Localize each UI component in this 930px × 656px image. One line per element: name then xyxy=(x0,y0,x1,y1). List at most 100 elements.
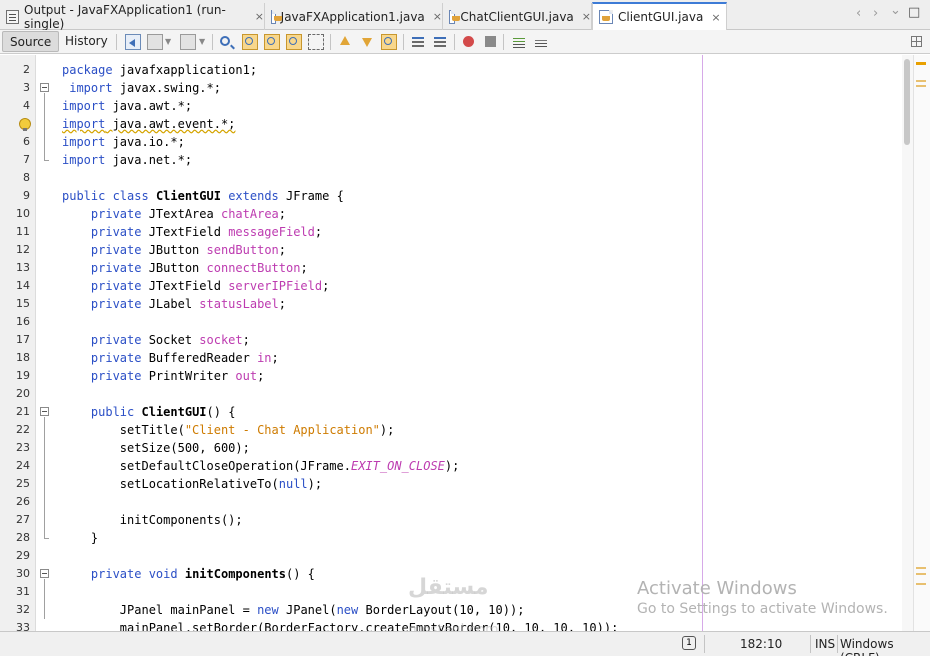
line-number: 13 xyxy=(16,261,30,274)
warning-marker[interactable] xyxy=(916,573,926,575)
code-line[interactable]: private PrintWriter out; xyxy=(62,367,264,385)
close-icon[interactable]: × xyxy=(582,10,591,23)
line-number: 7 xyxy=(23,153,30,166)
line-number: 32 xyxy=(16,603,30,616)
maximize-icon[interactable]: □ xyxy=(908,5,920,20)
tab-output[interactable]: Output - JavaFXApplication1 (run-single)… xyxy=(0,3,265,31)
code-line[interactable]: private JLabel statusLabel; xyxy=(62,295,286,313)
last-edit-icon[interactable] xyxy=(125,34,141,50)
find-selection-icon[interactable] xyxy=(308,34,324,50)
code-line[interactable]: initComponents(); xyxy=(62,511,243,529)
java-file-icon xyxy=(599,10,613,24)
warning-marker[interactable] xyxy=(916,80,926,82)
shift-right-icon[interactable] xyxy=(432,34,448,50)
code-line[interactable]: JPanel mainPanel = new JPanel(new Border… xyxy=(62,601,525,619)
vertical-scrollbar[interactable] xyxy=(902,55,913,631)
code-line[interactable]: private Socket socket; xyxy=(62,331,250,349)
code-line[interactable]: } xyxy=(62,529,98,547)
forward-icon[interactable] xyxy=(180,34,196,50)
code-line[interactable]: mainPanel.setBorder(BorderFactory.create… xyxy=(62,619,619,631)
code-line[interactable]: setLocationRelativeTo(null); xyxy=(62,475,322,493)
toggle-bookmark-icon[interactable] xyxy=(381,34,397,50)
split-editor-icon[interactable] xyxy=(911,36,922,47)
code-line[interactable]: import java.io.*; xyxy=(62,133,185,151)
history-button[interactable]: History xyxy=(58,31,115,52)
code-line[interactable]: public class ClientGUI extends JFrame { xyxy=(62,187,344,205)
fold-collapse-icon[interactable] xyxy=(40,83,49,92)
uncomment-icon[interactable] xyxy=(533,34,549,50)
chevron-down-icon[interactable]: ▼ xyxy=(199,34,207,50)
line-number: 29 xyxy=(16,549,30,562)
stop-macro-icon[interactable] xyxy=(485,36,496,47)
tab-chatclientgui[interactable]: ChatClientGUI.java × xyxy=(443,3,592,30)
chevron-down-icon[interactable]: ▼ xyxy=(165,34,173,50)
toggle-highlight-icon[interactable] xyxy=(286,34,302,50)
line-number: 24 xyxy=(16,459,30,472)
code-line[interactable]: private JTextField serverIPField; xyxy=(62,277,329,295)
tab-label: JavaFXApplication1.java xyxy=(280,9,425,24)
notifications-icon[interactable]: 1 xyxy=(682,636,696,650)
code-line[interactable]: private void initComponents() { xyxy=(62,565,315,583)
comment-icon[interactable] xyxy=(511,34,527,50)
next-bookmark-icon[interactable] xyxy=(359,34,375,50)
code-line[interactable]: import javax.swing.*; xyxy=(62,79,221,97)
find-next-icon[interactable] xyxy=(264,34,280,50)
close-icon[interactable]: × xyxy=(433,10,442,23)
code-editor[interactable]: 2345678910111213141516171819202122232425… xyxy=(0,55,930,631)
line-number: 28 xyxy=(16,531,30,544)
code-line[interactable]: public ClientGUI() { xyxy=(62,403,236,421)
code-line[interactable]: package javafxapplication1; xyxy=(62,61,257,79)
status-separator xyxy=(837,635,838,653)
line-number: 16 xyxy=(16,315,30,328)
code-line[interactable]: private JButton sendButton; xyxy=(62,241,286,259)
code-line[interactable]: import java.awt.event.*; xyxy=(62,115,235,133)
code-line[interactable]: private JTextField messageField; xyxy=(62,223,322,241)
prev-bookmark-icon[interactable] xyxy=(337,34,353,50)
insert-mode[interactable]: INS xyxy=(815,637,835,651)
line-number: 21 xyxy=(16,405,30,418)
java-file-icon xyxy=(449,9,461,24)
tab-next-icon[interactable]: › xyxy=(873,6,878,21)
find-previous-icon[interactable] xyxy=(242,34,258,50)
warning-marker[interactable] xyxy=(916,583,926,585)
code-line[interactable]: private BufferedReader in; xyxy=(62,349,279,367)
tab-prev-icon[interactable]: ‹ xyxy=(856,6,861,21)
tab-clientgui[interactable]: ClientGUI.java × xyxy=(592,2,727,30)
line-number: 17 xyxy=(16,333,30,346)
source-button[interactable]: Source xyxy=(2,31,60,52)
back-icon[interactable] xyxy=(147,34,163,50)
activate-subtitle: Go to Settings to activate Windows. xyxy=(637,601,888,617)
warning-marker[interactable] xyxy=(916,85,926,87)
tab-list-icon[interactable]: ⌄ xyxy=(890,3,901,18)
toolbar-separator xyxy=(212,34,213,50)
fold-collapse-icon[interactable] xyxy=(40,569,49,578)
shift-left-icon[interactable] xyxy=(410,34,426,50)
code-line[interactable]: setSize(500, 600); xyxy=(62,439,250,457)
close-icon[interactable]: × xyxy=(255,10,264,23)
caret-position[interactable]: 182:10 xyxy=(740,637,782,651)
search-icon[interactable] xyxy=(220,36,230,46)
tab-javafxapplication1[interactable]: JavaFXApplication1.java × xyxy=(265,3,443,30)
toolbar-separator xyxy=(503,34,504,50)
line-number: 25 xyxy=(16,477,30,490)
code-line[interactable]: private JTextArea chatArea; xyxy=(62,205,286,223)
close-icon[interactable]: × xyxy=(711,11,720,24)
line-number: 20 xyxy=(16,387,30,400)
line-number: 12 xyxy=(16,243,30,256)
code-line[interactable]: private JButton connectButton; xyxy=(62,259,308,277)
code-line[interactable]: import java.awt.*; xyxy=(62,97,192,115)
error-stripe[interactable] xyxy=(913,55,930,631)
code-text-area[interactable]: package javafxapplication1; import javax… xyxy=(36,55,902,631)
line-number: 2 xyxy=(23,63,30,76)
code-line[interactable]: import java.net.*; xyxy=(62,151,192,169)
fold-guide-end xyxy=(44,538,49,539)
lightbulb-hint-icon[interactable] xyxy=(19,118,31,131)
line-ending[interactable]: Windows (CRLF) xyxy=(840,637,930,656)
record-macro-icon[interactable] xyxy=(463,36,474,47)
warning-marker[interactable] xyxy=(916,567,926,569)
code-line[interactable]: setDefaultCloseOperation(JFrame.EXIT_ON_… xyxy=(62,457,460,475)
code-line[interactable]: setTitle("Client - Chat Application"); xyxy=(62,421,395,439)
warning-marker[interactable] xyxy=(916,62,926,65)
fold-collapse-icon[interactable] xyxy=(40,407,49,416)
scrollbar-thumb[interactable] xyxy=(904,59,910,145)
